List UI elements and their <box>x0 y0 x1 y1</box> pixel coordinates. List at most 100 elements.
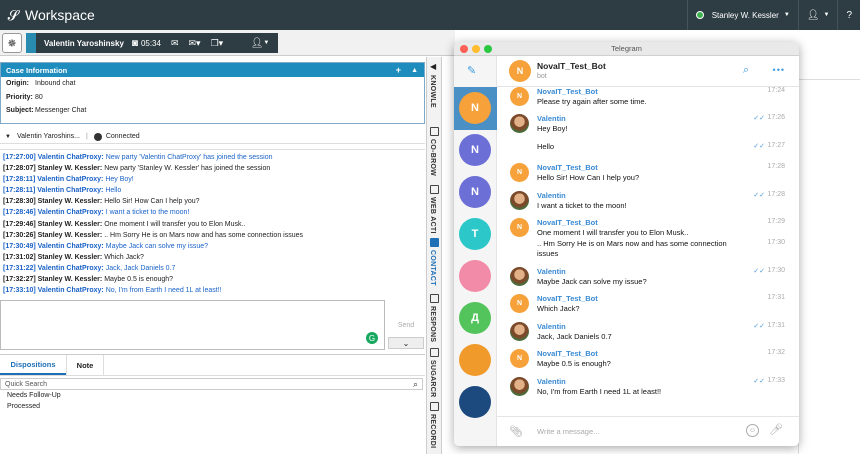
message-avatar[interactable] <box>510 322 529 341</box>
message-avatar[interactable]: N <box>510 294 529 313</box>
transcript-timestamp: [17:28:30] <box>3 198 36 206</box>
message-avatar[interactable]: N <box>510 349 529 368</box>
new-message-icon[interactable]: ✎ <box>467 64 476 77</box>
message-sender[interactable]: Valentin <box>537 377 566 386</box>
message-sender[interactable]: NovaIT_Test_Bot <box>537 349 598 358</box>
message-avatar[interactable]: N <box>510 163 529 182</box>
grammarly-icon[interactable]: G <box>366 332 378 344</box>
transcript-timestamp: [17:29:46] <box>3 220 36 228</box>
message-avatar[interactable] <box>510 114 529 133</box>
party-action-button[interactable]: 👤︎ ▼ <box>242 33 278 53</box>
transcript-text: Hello <box>105 187 122 195</box>
collapse-button[interactable]: ▲ <box>411 67 418 74</box>
chat-name[interactable]: NovaIT_Test_Bot <box>537 61 606 71</box>
message-sender[interactable]: Valentin <box>537 322 566 331</box>
interaction-bar: Valentin Yaroshinsky ◙ 05:34 ✉ ✉▾ ❐▾ <box>26 33 278 53</box>
chat-list-item[interactable]: T <box>459 218 491 250</box>
telegram-chat-area: N NovaIT_Test_Bot bot ⌕ ••• N NovaIT_Test… <box>497 56 799 446</box>
message-avatar[interactable]: N <box>510 218 529 237</box>
chat-list-item[interactable] <box>459 260 491 292</box>
chat-transcript[interactable]: [17:27:00] Valentin ChatProxy: New party… <box>0 149 425 297</box>
sidebar-tab-cobrowse[interactable]: CO-BROW <box>429 139 436 176</box>
sidebar-tab-contact[interactable]: CONTACT <box>429 250 436 286</box>
disposition-item[interactable]: Needs Follow-Up <box>0 390 425 401</box>
sidebar-tab-knowledge[interactable]: KNOWLE <box>429 75 436 108</box>
dispositions-panel: Dispositions Note Quick Search ⌕ Needs F… <box>0 354 425 454</box>
send-button[interactable]: Send <box>388 316 424 334</box>
participant-name[interactable]: Valentin Yaroshins... <box>17 133 80 140</box>
user-menu-button[interactable]: 👤︎ ▼ <box>797 0 838 30</box>
chat-bubble-icon: ◙ <box>131 37 138 49</box>
transcript-line: [17:32:27] Stanley W. Kessler: Maybe 0.5… <box>0 274 425 285</box>
web-activity-icon <box>430 185 439 194</box>
chat-list-item[interactable] <box>459 386 491 418</box>
chat-list-item[interactable]: N <box>459 92 491 124</box>
conference-button[interactable]: ❐▾ <box>211 38 224 49</box>
transcript-text: Jack, Jack Daniels 0.7 <box>105 264 176 272</box>
chat-list-item[interactable] <box>459 344 491 376</box>
read-check-icon: ✓✓ <box>753 378 765 385</box>
transcript-author: Stanley W. Kessler: <box>37 220 103 228</box>
message-text: Jack, Jack Daniels 0.7 <box>537 332 612 341</box>
message-sender[interactable]: NovaIT_Test_Bot <box>537 163 598 172</box>
sidebar-tab-recording[interactable]: RECORDI <box>429 414 436 448</box>
message-sender[interactable]: Valentin <box>537 267 566 276</box>
case-information-panel: Case Information + ▲ Origin: Inbound cha… <box>0 62 425 124</box>
divider <box>799 79 860 80</box>
message-avatar[interactable] <box>510 191 529 210</box>
send-options-button[interactable]: ⌄ <box>388 337 424 349</box>
expand-participants-icon[interactable]: ▼ <box>5 134 11 140</box>
case-info-title: Case Information <box>6 65 68 75</box>
message-avatar[interactable] <box>510 377 529 396</box>
message-sender[interactable]: NovaIT_Test_Bot <box>537 294 598 303</box>
message-sender[interactable]: Valentin <box>537 114 566 123</box>
microphone-icon[interactable]: 🎤︎ <box>769 423 783 436</box>
disposition-item[interactable]: Processed <box>0 401 425 412</box>
sidebar-tab-web-activity[interactable]: WEB ACTI <box>429 197 436 234</box>
chat-list-item[interactable]: N <box>459 176 491 208</box>
message-sender[interactable]: NovaIT_Test_Bot <box>537 87 598 96</box>
tab-note[interactable]: Note <box>66 355 104 375</box>
maximize-window-button[interactable] <box>484 45 492 53</box>
add-case-field-button[interactable]: + <box>396 65 401 75</box>
end-chat-button[interactable]: ✉ <box>171 38 179 49</box>
transcript-timestamp: [17:31:02] <box>3 253 36 261</box>
message-input[interactable]: Write a message... <box>537 427 599 436</box>
search-icon[interactable]: ⌕ <box>413 379 418 390</box>
message-sender[interactable]: Valentin <box>537 191 566 200</box>
transcript-timestamp: [17:28:11] <box>3 187 36 195</box>
quick-search-input[interactable]: Quick Search ⌕ <box>0 378 423 390</box>
agent-status-menu[interactable]: Stanley W. Kessler ▼ <box>686 0 798 30</box>
message-avatar[interactable]: N <box>510 87 529 106</box>
chat-avatar[interactable]: N <box>509 60 531 82</box>
minimize-window-button[interactable] <box>472 45 480 53</box>
sidebar-tab-sugarcrm[interactable]: SUGARCR <box>429 360 436 398</box>
close-window-button[interactable] <box>460 45 468 53</box>
genesys-logo-icon: 𝓢 <box>7 6 19 23</box>
more-options-icon[interactable]: ••• <box>773 65 785 75</box>
case-icon[interactable]: ✵ <box>2 33 22 53</box>
attach-icon[interactable]: 📎︎ <box>509 425 523 438</box>
tab-dispositions[interactable]: Dispositions <box>0 355 66 375</box>
case-info-header: Case Information + ▲ <box>1 63 424 77</box>
chat-input[interactable]: G <box>0 300 385 350</box>
message-avatar[interactable] <box>510 267 529 286</box>
chevron-left-icon[interactable]: ◀ <box>430 62 436 71</box>
transfer-button[interactable]: ✉▾ <box>189 38 201 49</box>
transcript-author: Valentin ChatProxy: <box>37 176 104 184</box>
transcript-author: Valentin ChatProxy: <box>37 264 104 272</box>
connection-status: Connected <box>93 132 140 141</box>
message-sender[interactable]: NovaIT_Test_Bot <box>537 218 598 227</box>
search-icon[interactable]: ⌕ <box>743 64 749 77</box>
chat-list-item[interactable]: Д <box>459 302 491 334</box>
status-ready-icon <box>695 11 704 19</box>
emoji-icon[interactable]: ☺ <box>746 424 759 437</box>
cobrowse-icon <box>430 127 439 136</box>
chat-header: N NovaIT_Test_Bot bot ⌕ ••• <box>497 56 799 87</box>
message-text: No, I'm from Earth I need 1L at least!! <box>537 387 662 396</box>
case-field-subject: Subject: Messenger Chat <box>1 104 424 118</box>
sidebar-tab-responses[interactable]: RESPONS <box>429 306 436 342</box>
help-button[interactable]: ? <box>837 0 860 30</box>
chat-list-item[interactable]: N <box>459 134 491 166</box>
workspace-topbar: 𝓢 Workspace Stanley W. Kessler ▼ 👤︎ ▼ ? <box>0 0 860 30</box>
